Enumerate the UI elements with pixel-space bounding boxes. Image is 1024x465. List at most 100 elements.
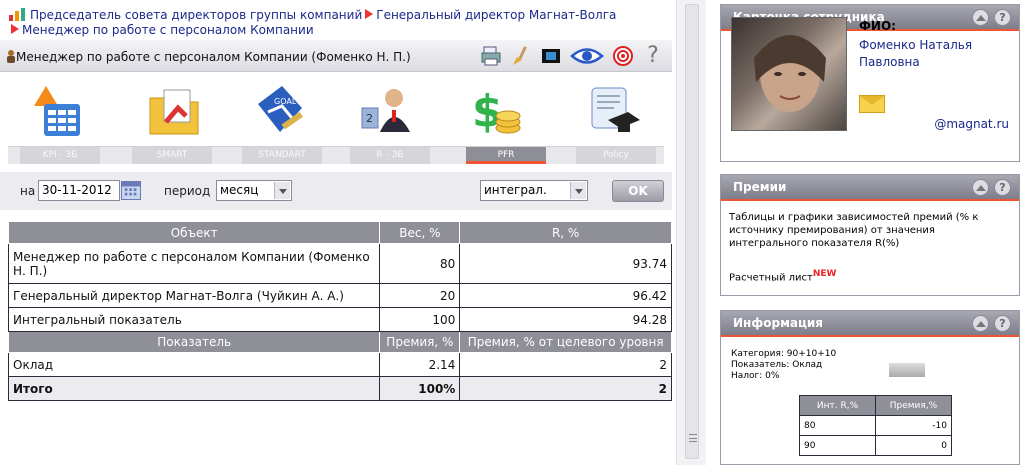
- vertical-scrollbar[interactable]: [676, 0, 706, 465]
- column-header-int-r: Инт. R,%: [799, 395, 876, 416]
- total-label: Итого: [7, 376, 381, 401]
- side-panel: Карточка сотрудника ? ФИО: Фоменко Натал…: [708, 0, 1024, 465]
- bonus-card-header: Премии ?: [721, 175, 1019, 199]
- collapse-icon[interactable]: [972, 315, 989, 332]
- person-icon: [7, 50, 15, 63]
- object-cell: Менеджер по работе с персоналом Компании…: [7, 243, 381, 284]
- table-row: 80 -10: [799, 415, 952, 436]
- weight-cell: 100: [379, 307, 461, 332]
- weight-cell: 80: [379, 243, 461, 284]
- help-icon[interactable]: ?: [994, 315, 1011, 332]
- fio-label: ФИО:: [859, 19, 896, 33]
- info-tax: Налог: 0%: [731, 371, 780, 381]
- column-header-object: Объект: [7, 221, 381, 244]
- grip-icon: [689, 434, 697, 442]
- new-badge: NEW: [812, 269, 837, 279]
- bonus-description[interactable]: Таблицы и графики зависимостей премий (%…: [729, 211, 1013, 250]
- brush-icon[interactable]: [510, 45, 532, 67]
- print-icon[interactable]: [480, 45, 502, 67]
- info-text: Категория: 90+10+10 Показатель: Оклад На…: [731, 349, 836, 382]
- header-divider: [721, 335, 1019, 337]
- breadcrumb-item-director[interactable]: Генеральный директор Магнат-Волга: [376, 8, 616, 22]
- header-divider: [721, 199, 1019, 201]
- results-table: Объект Вес, % R, % Менеджер по работе с …: [7, 221, 672, 401]
- target-icon[interactable]: [612, 45, 634, 67]
- eye-icon[interactable]: [570, 45, 604, 67]
- tab-kpi[interactable]: KPI - ЗБ: [20, 147, 100, 164]
- object-cell: Генеральный директор Магнат-Волга (Чуйки…: [7, 283, 381, 308]
- period-select-value: месяц: [220, 183, 259, 197]
- period-label: период: [164, 184, 211, 198]
- breadcrumb-item-manager[interactable]: Менеджер по работе с персоналом Компании: [22, 23, 314, 37]
- r-cell: 93.74: [459, 243, 672, 284]
- bonus-card-title: Премии: [733, 180, 787, 194]
- info-placeholder-image: [889, 363, 925, 377]
- employee-card: Карточка сотрудника ? ФИО: Фоменко Натал…: [720, 4, 1020, 162]
- tab-standart[interactable]: STANDART: [242, 147, 322, 164]
- bonus-scale-table: Инт. R,% Премия,% 80 -10 90 0: [799, 395, 952, 456]
- tab-policy[interactable]: Policy: [576, 147, 656, 164]
- chevron-down-icon: [274, 182, 290, 199]
- employee-photo: [731, 17, 847, 131]
- int-r-cell: 90: [799, 435, 876, 456]
- breadcrumb-arrow-icon: [11, 24, 19, 34]
- tab-r[interactable]: R - ЗБ: [350, 147, 430, 164]
- total-bonus-target: 2: [459, 376, 672, 401]
- mode-select[interactable]: интеграл.: [480, 180, 588, 201]
- collapse-icon[interactable]: [972, 9, 989, 26]
- weight-cell: 20: [379, 283, 461, 308]
- policy-scroll-icon[interactable]: [584, 82, 640, 140]
- money-icon[interactable]: $: [470, 82, 526, 140]
- kpi-icon[interactable]: [34, 82, 90, 140]
- column-header-bonus: Премия, %: [379, 331, 461, 353]
- bonus-cell: 2.14: [379, 352, 461, 377]
- envelope-icon[interactable]: [859, 95, 885, 113]
- smart-folder-icon[interactable]: [146, 82, 202, 140]
- calendar-icon[interactable]: [121, 181, 141, 200]
- r-cell: 96.42: [459, 283, 672, 308]
- int-r-cell: 80: [799, 415, 876, 436]
- tab-pfr[interactable]: PFR: [466, 147, 546, 164]
- bonus-cell: -10: [875, 415, 952, 436]
- ok-button[interactable]: OK: [612, 180, 664, 202]
- breadcrumb-arrow-icon: [365, 9, 374, 19]
- mode-select-value: интеграл.: [484, 183, 547, 197]
- ranking-person-icon[interactable]: 2: [358, 82, 414, 140]
- column-header-r: R, %: [459, 221, 672, 244]
- tab-strip: KPI - ЗБ SMART STANDART R - ЗБ PFR Polic…: [8, 146, 664, 164]
- scrollbar-thumb[interactable]: [685, 4, 699, 459]
- fio-value: Фоменко Наталья Павловна: [859, 38, 973, 69]
- page: Председатель совета директоров группы ко…: [0, 0, 1024, 465]
- column-header-bonus-target: Премия, % от целевого уровня: [459, 331, 672, 353]
- payslip-link[interactable]: Расчетный листNEW: [729, 269, 836, 283]
- goal-icon[interactable]: GOAL: [252, 82, 308, 140]
- total-bonus: 100%: [379, 376, 461, 401]
- email-link[interactable]: @magnat.ru: [934, 117, 1009, 131]
- film-icon[interactable]: [540, 45, 562, 67]
- collapse-icon[interactable]: [972, 179, 989, 196]
- table-row: Оклад 2.14 2: [7, 352, 672, 377]
- indicator-cell: Оклад: [7, 352, 381, 377]
- avatar: [754, 35, 826, 112]
- toolbar: ?: [480, 43, 664, 69]
- table-row: Менеджер по работе с персоналом Компании…: [7, 243, 672, 284]
- module-icon-row: GOAL 2 $ KPI - ЗБ SMART STANDART R - ЗБ …: [0, 78, 672, 166]
- column-header-indicator: Показатель: [7, 331, 381, 353]
- bonus-card: Премии ? Таблицы и графики зависимостей …: [720, 174, 1020, 296]
- bonus-cell: 0: [875, 435, 952, 456]
- breadcrumb-item-board[interactable]: Председатель совета директоров группы ко…: [30, 8, 362, 22]
- info-card-title: Информация: [733, 316, 823, 330]
- payslip-link-label: Расчетный лист: [729, 272, 813, 284]
- date-field[interactable]: 30-11-2012: [38, 180, 120, 201]
- page-title: Менеджер по работе с персоналом Компании…: [16, 50, 411, 64]
- date-label: на: [20, 184, 36, 198]
- period-select[interactable]: месяц: [216, 180, 292, 201]
- help-icon[interactable]: ?: [994, 179, 1011, 196]
- title-bar: Менеджер по работе с персоналом Компании…: [0, 40, 672, 72]
- tab-smart[interactable]: SMART: [132, 147, 212, 164]
- total-row: Итого 100% 2: [7, 376, 672, 401]
- table-row: Интегральный показатель 100 94.28: [7, 307, 672, 332]
- filter-bar: на 30-11-2012 период месяц интеграл. OK: [0, 172, 672, 210]
- help-icon[interactable]: ?: [642, 45, 664, 67]
- help-icon[interactable]: ?: [994, 9, 1011, 26]
